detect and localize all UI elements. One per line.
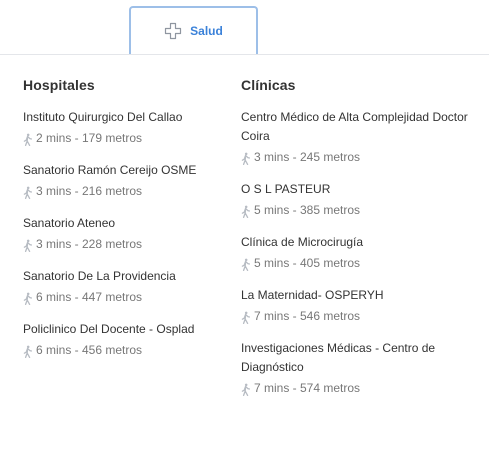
hospitals-title: Hospitales	[23, 77, 95, 93]
place-item: O S L PASTEUR 5 mins - 385 metros	[241, 180, 471, 220]
place-item: Clínica de Microcirugía 5 mins - 405 metr…	[241, 233, 471, 273]
place-item: Centro Médico de Alta Complejidad Doctor…	[241, 108, 471, 167]
place-distance: 6 mins - 447 metros	[23, 288, 223, 307]
place-distance-text: 5 mins - 405 metros	[254, 256, 361, 270]
place-distance: 6 mins - 456 metros	[23, 341, 223, 360]
hospitals-section: Hospitales Instituto Quirurgico Del Call…	[23, 78, 223, 373]
place-distance-text: 3 mins - 228 metros	[36, 237, 143, 251]
place-item: Investigaciones Médicas - Centro de Diag…	[241, 339, 471, 398]
category-tab-bar: Salud	[0, 0, 489, 56]
place-name: Sanatorio Ateneo	[23, 216, 116, 230]
place-distance-text: 7 mins - 574 metros	[254, 381, 361, 395]
place-item: Instituto Quirurgico Del Callao 2 mins - …	[23, 108, 223, 148]
plus-cross-icon	[165, 22, 182, 40]
place-distance: 7 mins - 574 metros	[241, 379, 471, 398]
clinics-list: Centro Médico de Alta Complejidad Doctor…	[241, 108, 471, 398]
place-name: Investigaciones Médicas - Centro de Diag…	[241, 341, 436, 374]
walking-person-icon	[241, 205, 250, 218]
place-distance-text: 7 mins - 546 metros	[254, 309, 361, 323]
place-distance: 7 mins - 546 metros	[241, 307, 471, 326]
place-distance-text: 6 mins - 456 metros	[36, 343, 143, 357]
walking-person-icon	[241, 258, 250, 271]
walking-person-icon	[23, 133, 32, 146]
place-item: Sanatorio De La Providencia 6 mins - 447 …	[23, 267, 223, 307]
place-distance: 5 mins - 405 metros	[241, 254, 471, 273]
place-distance-text: 3 mins - 245 metros	[254, 150, 361, 164]
place-name: O S L PASTEUR	[241, 182, 331, 196]
walking-person-icon	[241, 383, 250, 396]
tab-salud-label: Salud	[190, 24, 223, 38]
walking-person-icon	[23, 239, 32, 252]
walking-person-icon	[23, 345, 32, 358]
place-distance-text: 5 mins - 385 metros	[254, 203, 361, 217]
place-distance: 5 mins - 385 metros	[241, 201, 471, 220]
walking-person-icon	[241, 311, 250, 324]
clinics-title: Clínicas	[241, 77, 296, 93]
place-distance-text: 2 mins - 179 metros	[36, 131, 143, 145]
place-name: Policlinico Del Docente - Osplad	[23, 322, 195, 336]
place-item: Policlinico Del Docente - Osplad 6 mins -…	[23, 320, 223, 360]
place-distance-text: 3 mins - 216 metros	[36, 184, 143, 198]
place-name: Sanatorio De La Providencia	[23, 269, 176, 283]
walking-person-icon	[241, 152, 250, 165]
place-name: Instituto Quirurgico Del Callao	[23, 110, 183, 124]
place-item: Sanatorio Ramón Cereijo OSME 3 mins - 216…	[23, 161, 223, 201]
place-item: Sanatorio Ateneo 3 mins - 228 metros	[23, 214, 223, 254]
place-item: La Maternidad- OSPERYH 7 mins - 546 metro…	[241, 286, 471, 326]
place-name: Clínica de Microcirugía	[241, 235, 364, 249]
walking-person-icon	[23, 186, 32, 199]
place-distance: 3 mins - 228 metros	[23, 235, 223, 254]
clinics-section: Clínicas Centro Médico de Alta Complejid…	[241, 78, 471, 411]
place-distance: 3 mins - 245 metros	[241, 148, 471, 167]
place-name: Sanatorio Ramón Cereijo OSME	[23, 163, 197, 177]
tab-underline	[0, 54, 489, 55]
place-distance: 3 mins - 216 metros	[23, 182, 223, 201]
place-distance: 2 mins - 179 metros	[23, 129, 223, 148]
hospitals-list: Instituto Quirurgico Del Callao 2 mins - …	[23, 108, 223, 360]
place-distance-text: 6 mins - 447 metros	[36, 290, 143, 304]
walking-person-icon	[23, 292, 32, 305]
tab-salud[interactable]: Salud	[129, 6, 258, 54]
place-name: La Maternidad- OSPERYH	[241, 288, 384, 302]
place-name: Centro Médico de Alta Complejidad Doctor…	[241, 110, 468, 143]
